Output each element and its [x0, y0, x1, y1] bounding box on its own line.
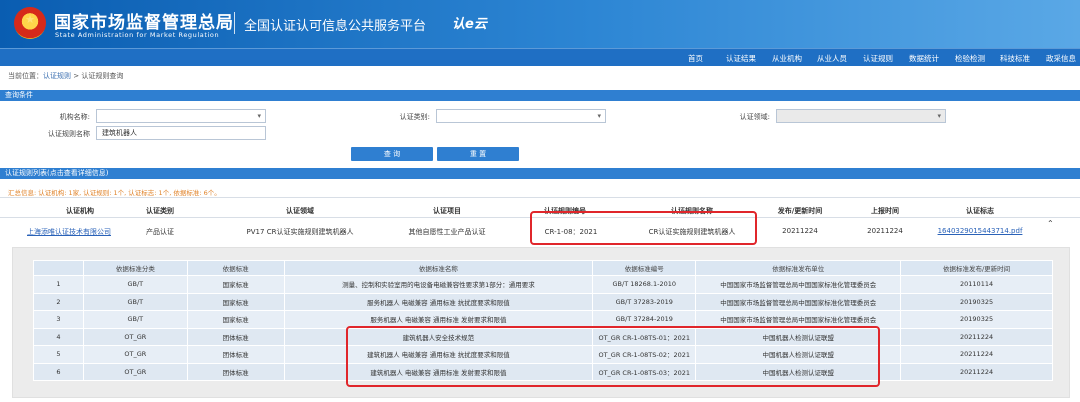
cell-date: 20110114: [900, 275, 1053, 294]
cell-standard: 团体标准: [186, 362, 285, 381]
site-header: 国家市场监督管理总局 State Administration for Mark…: [0, 0, 1080, 48]
org-name-select[interactable]: [96, 109, 266, 123]
col-header-type: 认证类别: [146, 207, 174, 215]
cell-standard-name: 测量、控制和实验室用的电设备电磁兼容性要求第1部分：通用要求: [283, 275, 594, 294]
cert-type-label: 认证类别:: [399, 113, 430, 121]
result-mark-pdf-link[interactable]: 1640329015443714.pdf: [935, 227, 1025, 235]
table-row: 1 GB/T 国家标准 测量、控制和实验室用的电设备电磁兼容性要求第1部分：通用…: [33, 275, 1053, 294]
search-button[interactable]: 查 询: [351, 147, 433, 161]
cell-index: 3: [33, 310, 84, 329]
nav-item-inspection[interactable]: 检验检测: [955, 53, 985, 64]
result-report-date: 20211224: [867, 227, 903, 235]
cell-category: OT_GR: [82, 345, 188, 364]
results-section-title: 认证规则列表(点击查看详细信息): [0, 168, 1080, 179]
rule-name-label: 认证规则名称: [48, 130, 90, 138]
org-name-cn: 国家市场监督管理总局: [54, 13, 234, 33]
nav-item-procurement[interactable]: 政采信息: [1046, 53, 1076, 64]
nav-item-cert-rules[interactable]: 认证规则: [863, 53, 893, 64]
sub-col-date: 依据标准发布/更新时间: [900, 260, 1053, 276]
result-org-link[interactable]: 上海添唯认证技术有限公司: [18, 227, 120, 237]
cert-field-select[interactable]: [776, 109, 946, 123]
org-name-label: 机构名称:: [59, 113, 90, 121]
header-divider: [234, 12, 235, 34]
national-emblem-icon: [14, 7, 46, 39]
breadcrumb-separator: >: [71, 72, 82, 80]
cell-index: 5: [33, 345, 84, 364]
cell-category: OT_GR: [82, 362, 188, 381]
rule-name-input[interactable]: 建筑机器人: [96, 126, 266, 140]
result-type: 产品认证: [146, 228, 174, 236]
nav-item-statistics[interactable]: 数据统计: [909, 53, 939, 64]
nav-item-institutions[interactable]: 从业机构: [772, 53, 802, 64]
cert-type-select[interactable]: [436, 109, 606, 123]
cell-standard-name: 服务机器人 电磁兼容 通用标准 抗扰度要求和限值: [283, 292, 594, 311]
col-header-publish-date: 发布/更新时间: [777, 207, 823, 215]
cell-standard-no: GB/T 37283-2019: [592, 292, 697, 311]
breadcrumb-prefix: 当前位置：: [8, 72, 43, 80]
cell-category: GB/T: [82, 310, 188, 329]
col-header-report-date: 上报时间: [871, 207, 899, 215]
nav-item-personnel[interactable]: 从业人员: [817, 53, 847, 64]
result-item: 其他自愿性工业产品认证: [408, 228, 486, 236]
main-nav: 首页 认证结果 从业机构 从业人员 认证规则 数据统计 检验检测 科技标准 政采…: [0, 48, 1080, 66]
sub-col-standard-name: 依据标准名称: [283, 260, 594, 276]
cell-standard: 国家标准: [186, 292, 285, 311]
cell-category: GB/T: [82, 275, 188, 294]
cell-standard: 团体标准: [186, 327, 285, 346]
col-header-field: 认证领域: [286, 207, 314, 215]
cell-standard: 团体标准: [186, 345, 285, 364]
cell-index: 6: [33, 362, 84, 381]
cell-index: 1: [33, 275, 84, 294]
table-row: 2 GB/T 国家标准 服务机器人 电磁兼容 通用标准 抗扰度要求和限值 GB/…: [33, 292, 1053, 311]
cell-index: 4: [33, 327, 84, 346]
cell-date: 20211224: [900, 327, 1053, 346]
breadcrumb-cert-rules[interactable]: 认证规则: [43, 72, 71, 80]
breadcrumb: 当前位置：认证规则 > 认证规则查询: [8, 71, 123, 81]
query-section-title: 查询条件: [0, 90, 1080, 101]
sub-col-index: [33, 260, 84, 276]
col-header-item: 认证项目: [433, 207, 461, 215]
cell-standard-no: GB/T 18268.1-2010: [592, 275, 697, 294]
sub-col-standard: 依据标准: [186, 260, 285, 276]
org-name-en: State Administration for Market Regulati…: [55, 31, 220, 39]
result-field: PV17 CR认证实施规则建筑机器人: [246, 228, 354, 236]
annotation-highlight-rule: [530, 211, 757, 245]
sub-col-standard-no: 依据标准编号: [592, 260, 697, 276]
cell-date: 20211224: [900, 345, 1053, 364]
cell-index: 2: [33, 292, 84, 311]
sub-col-category: 依据标准分类: [82, 260, 188, 276]
result-publish-date: 20211224: [782, 227, 818, 235]
platform-title: 全国认证认可信息公共服务平台: [244, 19, 427, 34]
cell-standard: 国家标准: [186, 310, 285, 329]
annotation-highlight-group-standards: [346, 326, 880, 387]
results-summary: 汇总信息: 认证机构: 1家, 认证规则: 1个, 认证标志: 1个, 依据标准…: [8, 189, 221, 197]
collapse-caret-icon[interactable]: ⌃: [1047, 219, 1054, 228]
cell-date: 20190325: [900, 310, 1053, 329]
col-header-mark: 认证标志: [966, 207, 994, 215]
cell-standard: 国家标准: [186, 275, 285, 294]
breadcrumb-rule-query: 认证规则查询: [81, 72, 124, 80]
nav-item-home[interactable]: 首页: [688, 53, 703, 64]
cell-issuer: 中国国家市场监督管理总局中国国家标准化管理委员会: [695, 292, 902, 311]
col-header-org: 认证机构: [66, 207, 94, 215]
sub-col-issuer: 依据标准发布单位: [695, 260, 902, 276]
cell-issuer: 中国国家市场监督管理总局中国国家标准化管理委员会: [695, 275, 902, 294]
cell-date: 20211224: [900, 362, 1053, 381]
cell-category: GB/T: [82, 292, 188, 311]
renyun-logo-icon: 认e云: [452, 17, 487, 32]
reset-button[interactable]: 重 置: [437, 147, 519, 161]
divider: [0, 197, 1080, 198]
cell-category: OT_GR: [82, 327, 188, 346]
nav-item-cert-results[interactable]: 认证结果: [726, 53, 756, 64]
cert-field-label: 认证领域:: [739, 113, 770, 121]
cell-date: 20190325: [900, 292, 1053, 311]
nav-item-tech-standards[interactable]: 科技标准: [1000, 53, 1030, 64]
